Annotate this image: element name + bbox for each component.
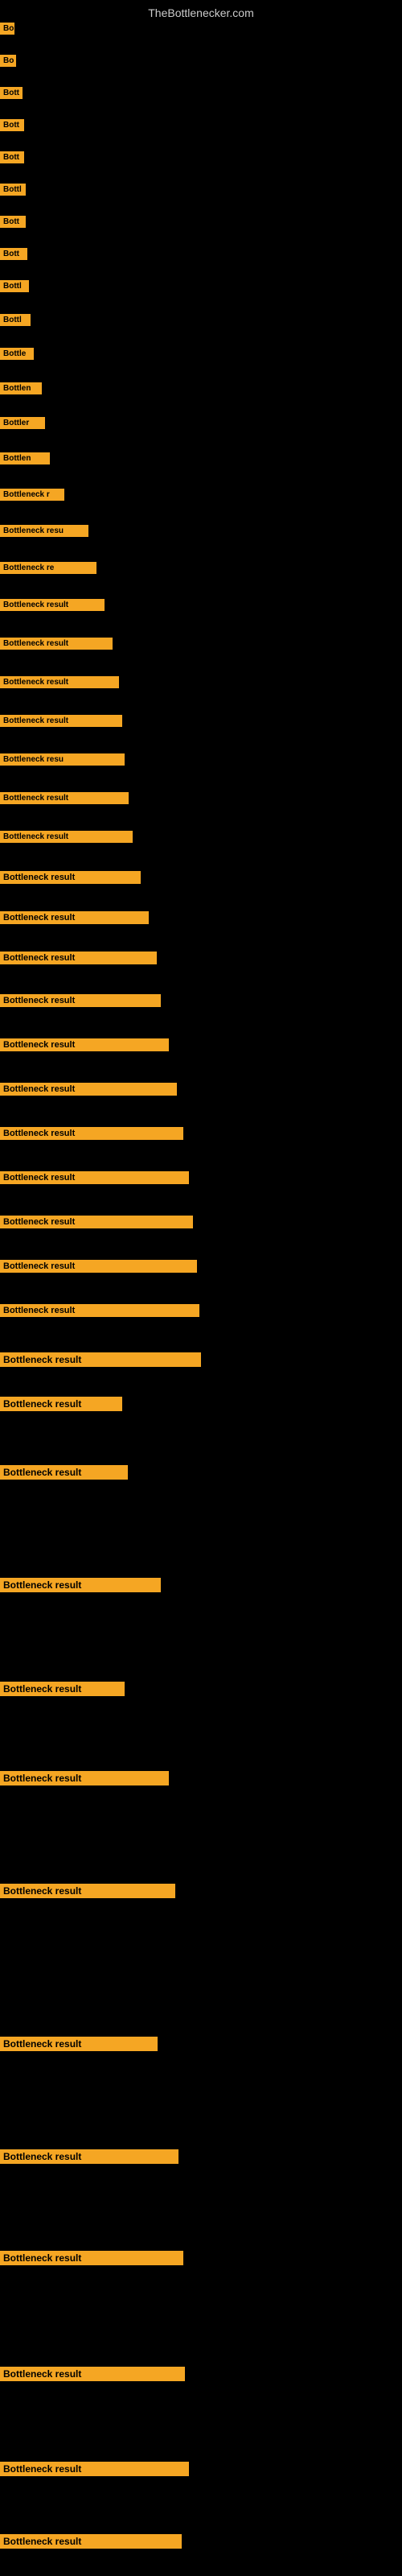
bar-item-36: Bottleneck result [0,1352,201,1371]
bar-label-39: Bottleneck result [0,1578,161,1592]
bar-item-11: Bottle [0,348,34,364]
bar-item-10: Bottl [0,314,31,330]
bar-item-41: Bottleneck result [0,1771,169,1790]
bar-label-47: Bottleneck result [0,2462,189,2476]
bar-label-44: Bottleneck result [0,2149,178,2164]
bar-label-40: Bottleneck result [0,1682,125,1696]
bar-label-26: Bottleneck result [0,911,149,924]
bar-item-15: Bottleneck r [0,489,64,505]
bar-label-10: Bottl [0,314,31,326]
bar-label-5: Bott [0,151,24,163]
bar-item-6: Bottl [0,184,26,200]
bar-label-1: Bo [0,23,14,35]
bar-label-35: Bottleneck result [0,1304,199,1317]
bar-label-24: Bottleneck result [0,831,133,843]
site-title: TheBottlenecker.com [0,0,402,23]
bar-label-43: Bottleneck result [0,2037,158,2051]
bar-label-34: Bottleneck result [0,1260,197,1273]
bar-item-35: Bottleneck result [0,1304,199,1321]
bar-item-9: Bottl [0,280,29,296]
bar-label-14: Bottlen [0,452,50,464]
bar-item-42: Bottleneck result [0,1884,175,1902]
bar-label-29: Bottleneck result [0,1038,169,1051]
bar-label-33: Bottleneck result [0,1216,193,1228]
bar-item-48: Bottleneck result [0,2534,182,2553]
bar-item-39: Bottleneck result [0,1578,161,1596]
bar-item-4: Bott [0,119,24,135]
bar-item-29: Bottleneck result [0,1038,169,1055]
bar-item-47: Bottleneck result [0,2462,189,2480]
bar-item-5: Bott [0,151,24,167]
bar-item-23: Bottleneck result [0,792,129,808]
bar-label-38: Bottleneck result [0,1465,128,1480]
bar-label-37: Bottleneck result [0,1397,122,1411]
bar-item-46: Bottleneck result [0,2367,185,2385]
bar-item-1: Bo [0,23,14,39]
bar-item-44: Bottleneck result [0,2149,178,2168]
bar-item-19: Bottleneck result [0,638,113,654]
bar-label-31: Bottleneck result [0,1127,183,1140]
bar-item-28: Bottleneck result [0,994,161,1011]
bar-item-31: Bottleneck result [0,1127,183,1144]
bar-label-30: Bottleneck result [0,1083,177,1096]
bar-item-14: Bottlen [0,452,50,469]
bar-item-17: Bottleneck re [0,562,96,578]
bar-item-21: Bottleneck result [0,715,122,731]
bar-item-26: Bottleneck result [0,911,149,928]
bar-item-2: Bo [0,55,16,71]
bar-label-4: Bott [0,119,24,131]
bar-item-22: Bottleneck resu [0,753,125,770]
bar-item-38: Bottleneck result [0,1465,128,1484]
bar-label-15: Bottleneck r [0,489,64,501]
bar-item-27: Bottleneck result [0,952,157,968]
bar-label-42: Bottleneck result [0,1884,175,1898]
bar-label-32: Bottleneck result [0,1171,189,1184]
bar-item-13: Bottler [0,417,45,433]
bar-label-16: Bottleneck resu [0,525,88,537]
bar-label-36: Bottleneck result [0,1352,201,1367]
bar-item-25: Bottleneck result [0,871,141,888]
bar-label-25: Bottleneck result [0,871,141,884]
bar-item-40: Bottleneck result [0,1682,125,1700]
bar-label-7: Bott [0,216,26,228]
bar-label-20: Bottleneck result [0,676,119,688]
bar-item-16: Bottleneck resu [0,525,88,541]
bar-item-43: Bottleneck result [0,2037,158,2055]
bar-label-19: Bottleneck result [0,638,113,650]
bar-item-30: Bottleneck result [0,1083,177,1100]
bar-label-18: Bottleneck result [0,599,105,611]
bar-label-2: Bo [0,55,16,67]
bar-item-12: Bottlen [0,382,42,398]
bar-item-7: Bott [0,216,26,232]
bar-label-27: Bottleneck result [0,952,157,964]
bar-label-8: Bott [0,248,27,260]
bar-item-8: Bott [0,248,27,264]
bar-label-46: Bottleneck result [0,2367,185,2381]
bar-label-21: Bottleneck result [0,715,122,727]
bar-label-13: Bottler [0,417,45,429]
bar-label-28: Bottleneck result [0,994,161,1007]
bar-item-37: Bottleneck result [0,1397,122,1415]
bar-label-48: Bottleneck result [0,2534,182,2549]
bar-label-41: Bottleneck result [0,1771,169,1785]
bar-item-32: Bottleneck result [0,1171,189,1188]
bar-label-45: Bottleneck result [0,2251,183,2265]
bar-label-17: Bottleneck re [0,562,96,574]
bar-label-22: Bottleneck resu [0,753,125,766]
bar-item-20: Bottleneck result [0,676,119,692]
bar-item-24: Bottleneck result [0,831,133,847]
bar-item-45: Bottleneck result [0,2251,183,2269]
bar-item-3: Bott [0,87,23,103]
bar-label-12: Bottlen [0,382,42,394]
bar-label-3: Bott [0,87,23,99]
bar-item-33: Bottleneck result [0,1216,193,1232]
bar-item-34: Bottleneck result [0,1260,197,1277]
bar-label-6: Bottl [0,184,26,196]
bar-label-23: Bottleneck result [0,792,129,804]
bar-label-9: Bottl [0,280,29,292]
bar-label-11: Bottle [0,348,34,360]
bar-item-18: Bottleneck result [0,599,105,615]
